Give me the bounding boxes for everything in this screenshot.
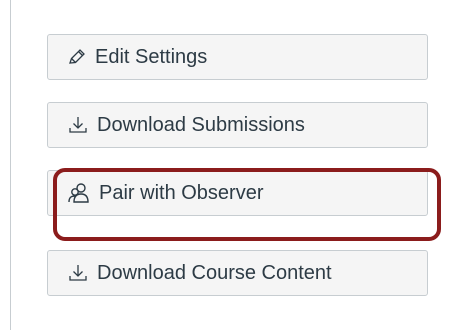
edit-settings-label: Edit Settings: [95, 45, 208, 68]
edit-settings-button[interactable]: Edit Settings: [47, 34, 428, 80]
download-submissions-label: Download Submissions: [97, 113, 305, 136]
pair-with-observer-button[interactable]: Pair with Observer: [47, 170, 428, 216]
download-icon: [67, 114, 89, 136]
download-icon: [67, 262, 89, 284]
download-course-content-label: Download Course Content: [97, 261, 332, 284]
pencil-icon: [67, 47, 87, 67]
pair-with-observer-label: Pair with Observer: [99, 181, 264, 204]
download-submissions-button[interactable]: Download Submissions: [47, 102, 428, 148]
download-course-content-button[interactable]: Download Course Content: [47, 250, 428, 296]
people-icon: [67, 181, 91, 205]
